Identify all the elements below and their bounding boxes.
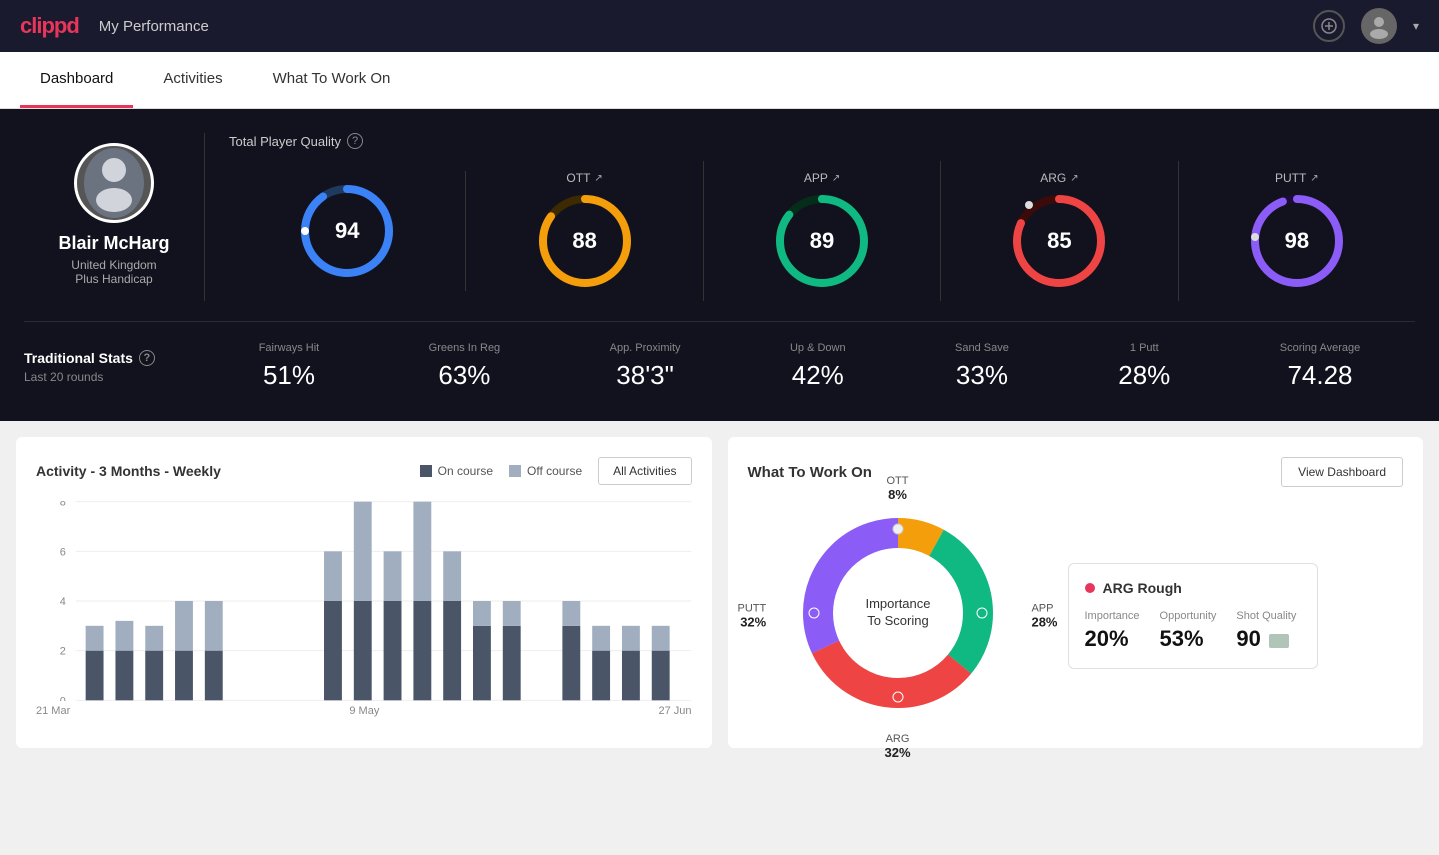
total-quality-help-icon[interactable]: ? [347,133,363,149]
metrics-row: 94 OTT ↗ 88 [229,161,1415,301]
gauge-putt-value: 98 [1285,228,1309,254]
svg-text:6: 6 [60,546,66,558]
activity-bar-chart: 8 6 4 2 0 [36,501,692,701]
legend-on-course: On course [420,464,493,478]
trad-stats-help-icon[interactable]: ? [139,350,155,366]
donut-label-ott: OTT 8% [887,475,909,502]
player-handicap: Plus Handicap [75,272,152,286]
stat-fairways: Fairways Hit 51% [259,342,320,391]
gauge-app-value: 89 [810,228,834,254]
stat-greens: Greens In Reg 63% [429,342,501,391]
top-nav: clippd My Performance ▾ [0,0,1439,52]
wtwon-header: What To Work On View Dashboard [748,457,1404,487]
chart-area: 8 6 4 2 0 [36,501,692,701]
trad-stats-subtitle: Last 20 rounds [24,370,204,384]
hero-section: Blair McHarg United Kingdom Plus Handica… [0,109,1439,421]
svg-text:0: 0 [60,695,66,701]
hero-metrics: Total Player Quality ? 94 [204,133,1415,301]
chart-title: Activity - 3 Months - Weekly [36,463,221,479]
svg-text:8: 8 [60,501,66,509]
svg-text:Importance: Importance [865,596,930,611]
donut-section: Importance To Scoring OTT 8% [748,503,1404,728]
app-logo: clippd [20,13,79,39]
trad-stats-label: Traditional Stats ? Last 20 rounds [24,350,204,384]
info-shot-quality: Shot Quality 90 [1236,610,1296,652]
gauge-app: 89 [772,191,872,291]
donut-label-putt: PUTT 32% [738,602,767,629]
wtwon-title: What To Work On [748,464,872,481]
all-activities-button[interactable]: All Activities [598,457,691,485]
metric-putt: PUTT ↗ 98 [1179,161,1415,301]
player-info: Blair McHarg United Kingdom Plus Handica… [24,133,204,286]
app-label: APP ↗ [804,171,840,185]
donut-label-app: APP 28% [1031,602,1057,629]
tab-dashboard[interactable]: Dashboard [20,52,133,108]
metric-app: APP ↗ 89 [704,161,941,301]
info-importance: Importance 20% [1085,610,1140,652]
traditional-stats: Traditional Stats ? Last 20 rounds Fairw… [24,321,1415,391]
gauge-total: 94 [297,181,397,281]
info-opportunity: Opportunity 53% [1160,610,1217,652]
legend-off-course: Off course [509,464,582,478]
x-label-2: 9 May [349,705,379,717]
trad-stats-title: Traditional Stats ? [24,350,204,366]
avatar-chevron: ▾ [1413,19,1419,33]
tab-bar: Dashboard Activities What To Work On [0,52,1439,109]
trad-metrics-row: Fairways Hit 51% Greens In Reg 63% App. … [204,342,1415,391]
svg-text:2: 2 [60,646,66,658]
chart-legend: On course Off course [420,464,583,478]
donut-chart-wrapper: Importance To Scoring OTT 8% [788,503,1008,728]
bottom-panels: Activity - 3 Months - Weekly On course O… [0,421,1439,764]
donut-label-arg: ARG 32% [884,733,910,760]
view-dashboard-button[interactable]: View Dashboard [1281,457,1403,487]
tab-activities[interactable]: Activities [143,52,242,108]
player-name: Blair McHarg [58,233,169,254]
gauge-ott-value: 88 [572,228,596,254]
chart-x-labels: 21 Mar 9 May 27 Jun [36,701,692,717]
putt-label: PUTT ↗ [1275,171,1319,185]
add-button[interactable] [1313,10,1345,42]
info-card-dot [1085,583,1095,593]
total-quality-label: Total Player Quality ? [229,133,1415,149]
player-avatar [74,143,154,223]
stat-up-down: Up & Down 42% [790,342,846,391]
metric-arg: ARG ↗ 85 [941,161,1178,301]
svg-text:To Scoring: To Scoring [867,613,928,628]
donut-chart: Importance To Scoring [788,503,1008,723]
stat-1putt: 1 Putt 28% [1118,342,1170,391]
shot-quality-swatch [1269,634,1289,648]
stat-proximity: App. Proximity 38'3" [610,342,681,391]
x-label-3: 27 Jun [658,705,691,717]
gauge-putt: 98 [1247,191,1347,291]
info-card-metrics: Importance 20% Opportunity 53% Shot Qual… [1085,610,1301,652]
what-to-work-on-panel: What To Work On View Dashboard [728,437,1424,748]
info-card-title: ARG Rough [1085,580,1301,596]
tab-what-to-work-on[interactable]: What To Work On [253,52,411,108]
gauge-arg: 85 [1009,191,1109,291]
info-card: ARG Rough Importance 20% Opportunity 53%… [1068,563,1318,669]
svg-text:4: 4 [60,596,66,608]
nav-right: ▾ [1313,8,1419,44]
gauge-arg-value: 85 [1047,228,1071,254]
ott-label: OTT ↗ [566,171,602,185]
gauge-ott: 88 [535,191,635,291]
player-country: United Kingdom [71,258,156,272]
legend-on-course-dot [420,465,432,477]
stat-sand-save: Sand Save 33% [955,342,1009,391]
chart-header: Activity - 3 Months - Weekly On course O… [36,457,692,485]
activity-chart-panel: Activity - 3 Months - Weekly On course O… [16,437,712,748]
stat-scoring-avg: Scoring Average 74.28 [1280,342,1361,391]
legend-off-course-dot [509,465,521,477]
gauge-total-value: 94 [335,218,359,244]
metric-total-quality: 94 [229,171,466,291]
nav-title: My Performance [99,18,209,35]
user-avatar[interactable] [1361,8,1397,44]
arg-label: ARG ↗ [1040,171,1078,185]
x-label-1: 21 Mar [36,705,70,717]
metric-ott: OTT ↗ 88 [466,161,703,301]
